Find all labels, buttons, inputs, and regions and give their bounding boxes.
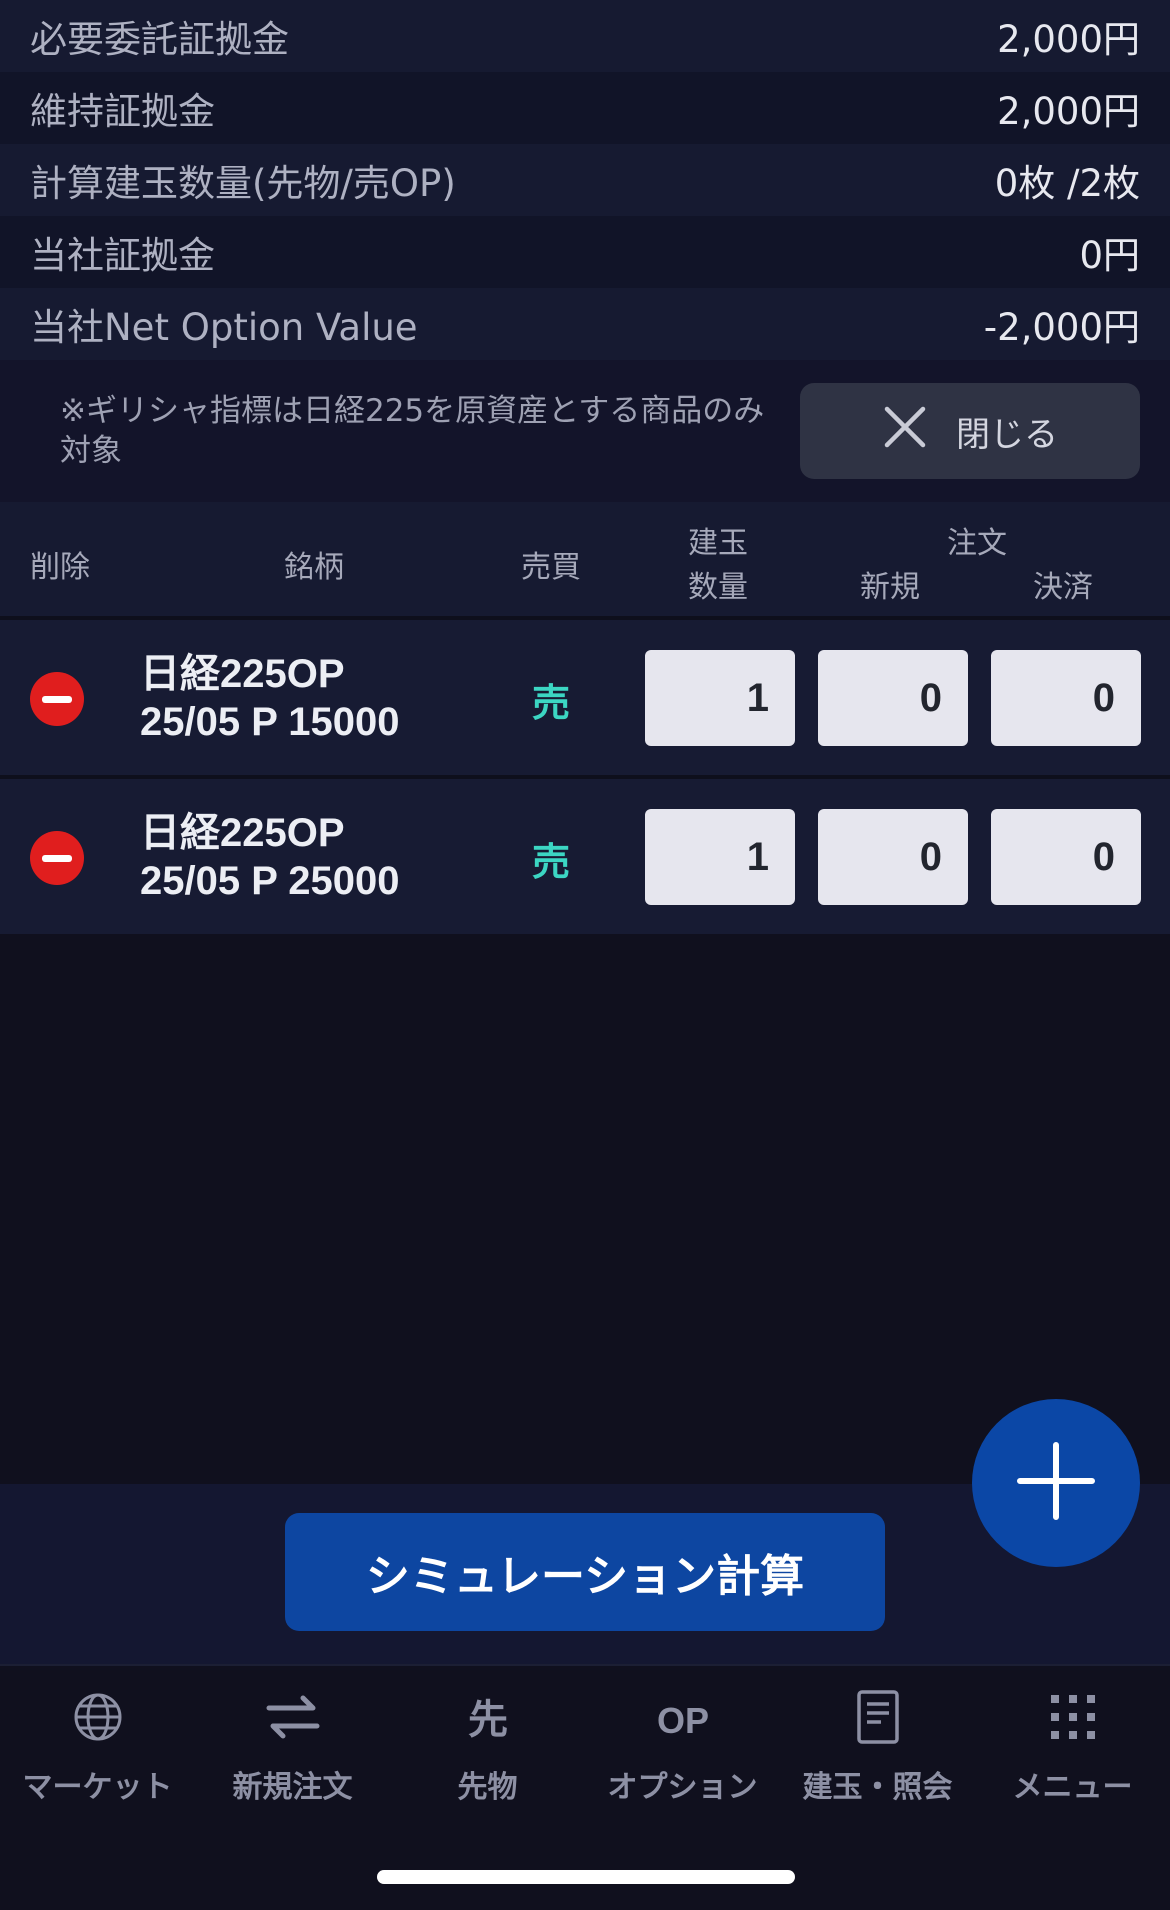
settle-order-input[interactable]: 0 <box>991 650 1141 746</box>
summary-row-company-margin: 当社証拠金 0円 <box>0 216 1170 288</box>
document-icon <box>780 1686 975 1748</box>
tab-market[interactable]: マーケット <box>0 1686 195 1806</box>
svg-text:OP: OP <box>656 1700 708 1741</box>
close-button[interactable]: 閉じる <box>800 383 1140 479</box>
symbol-name: 日経225OP <box>140 652 345 696</box>
new-order-input[interactable]: 0 <box>818 650 968 746</box>
summary-row-maintenance-margin: 維持証拠金 2,000円 <box>0 72 1170 144</box>
tab-options[interactable]: OP オプション <box>585 1686 780 1806</box>
summary-value: 0円 <box>1079 234 1140 277</box>
symbol-cell: 日経225OP 25/05 P 25000 <box>140 809 400 905</box>
header-delete: 削除 <box>30 550 90 585</box>
header-symbol: 銘柄 <box>284 550 344 585</box>
side-label: 売 <box>532 840 571 884</box>
tab-label: 新規注文 <box>232 1770 353 1805</box>
summary-row-net-option-value: 当社Net Option Value -2,000円 <box>0 288 1170 360</box>
option-icon: OP <box>585 1686 780 1748</box>
greeks-note-area: ※ギリシャ指標は日経225を原資産とする商品のみ対象 閉じる <box>0 360 1170 502</box>
summary-label: 当社Net Option Value <box>30 306 418 349</box>
new-order-input[interactable]: 0 <box>818 809 968 905</box>
header-position-qty-line1: 建玉 <box>688 526 748 561</box>
summary-value: -2,000円 <box>983 306 1140 349</box>
position-qty-input[interactable]: 1 <box>645 809 795 905</box>
position-qty-input[interactable]: 1 <box>645 650 795 746</box>
header-side: 売買 <box>521 550 581 585</box>
summary-value: 2,000円 <box>997 90 1140 133</box>
tab-label: マーケット <box>22 1770 173 1805</box>
simulation-calc-button[interactable]: シミュレーション計算 <box>285 1513 885 1631</box>
summary-label: 計算建玉数量(先物/売OP) <box>30 162 456 205</box>
settle-order-input[interactable]: 0 <box>991 809 1141 905</box>
tab-label: 建玉・照会 <box>802 1770 953 1805</box>
greeks-note: ※ギリシャ指標は日経225を原資産とする商品のみ対象 <box>60 393 765 469</box>
header-position-qty-line2: 数量 <box>688 570 748 605</box>
summary-label: 必要委託証拠金 <box>30 18 289 61</box>
summary-label: 維持証拠金 <box>30 90 215 133</box>
symbol-contract: 25/05 P 25000 <box>140 859 400 903</box>
margin-summary: 必要委託証拠金 2,000円 維持証拠金 2,000円 計算建玉数量(先物/売O… <box>0 0 1170 360</box>
close-label: 閉じる <box>956 414 1058 455</box>
summary-row-calc-position-qty: 計算建玉数量(先物/売OP) 0枚 /2枚 <box>0 144 1170 216</box>
swap-arrows-icon <box>195 1686 390 1748</box>
tab-label: メニュー <box>1012 1770 1133 1805</box>
close-icon <box>882 404 928 459</box>
summary-value: 0枚 /2枚 <box>994 162 1140 205</box>
futures-icon: 先 <box>390 1686 585 1748</box>
globe-icon <box>0 1686 195 1748</box>
summary-value: 2,000円 <box>997 18 1140 61</box>
add-position-button[interactable] <box>972 1399 1140 1567</box>
delete-icon[interactable] <box>30 831 84 885</box>
home-indicator[interactable] <box>377 1870 795 1884</box>
grid-menu-icon <box>975 1686 1170 1748</box>
plus-icon <box>1016 1441 1096 1525</box>
tab-label: オプション <box>607 1770 758 1805</box>
symbol-contract: 25/05 P 15000 <box>140 700 400 744</box>
summary-label: 当社証拠金 <box>30 234 215 277</box>
symbol-name: 日経225OP <box>140 811 345 855</box>
header-new: 新規 <box>860 570 920 605</box>
header-order: 注文 <box>947 526 1007 561</box>
tab-positions[interactable]: 建玉・照会 <box>780 1686 975 1806</box>
tab-menu[interactable]: メニュー <box>975 1686 1170 1806</box>
side-label: 売 <box>532 681 571 725</box>
delete-icon[interactable] <box>30 672 84 726</box>
summary-row-required-margin: 必要委託証拠金 2,000円 <box>0 0 1170 72</box>
position-row: 日経225OP 25/05 P 15000 売 1 0 0 <box>0 616 1170 775</box>
symbol-cell: 日経225OP 25/05 P 15000 <box>140 650 400 746</box>
tab-label: 先物 <box>457 1770 518 1805</box>
tab-new-order[interactable]: 新規注文 <box>195 1686 390 1806</box>
tab-futures[interactable]: 先 先物 <box>390 1686 585 1806</box>
position-row: 日経225OP 25/05 P 25000 売 1 0 0 <box>0 775 1170 934</box>
positions-table-header: 削除 銘柄 売買 建玉 数量 注文 新規 決済 <box>0 502 1170 616</box>
svg-text:先: 先 <box>468 1697 508 1743</box>
header-settle: 決済 <box>1033 570 1093 605</box>
